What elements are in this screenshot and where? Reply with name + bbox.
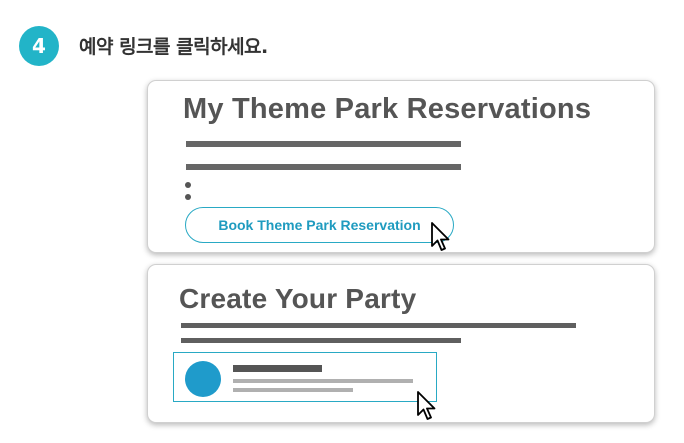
avatar bbox=[185, 361, 221, 397]
tutorial-step: 4 예약 링크를 클릭하세요. My Theme Park Reservatio… bbox=[0, 0, 684, 443]
placeholder-text-line bbox=[186, 141, 461, 147]
placeholder-bullet bbox=[185, 194, 191, 200]
step-instruction: 예약 링크를 클릭하세요. bbox=[79, 36, 268, 58]
placeholder-text-line bbox=[181, 323, 576, 328]
placeholder-bullet bbox=[185, 182, 191, 188]
party-card-title: Create Your Party bbox=[179, 283, 417, 314]
party-member-item[interactable] bbox=[173, 352, 437, 402]
book-reservation-button[interactable]: Book Theme Park Reservation bbox=[185, 207, 454, 243]
placeholder-detail-line bbox=[233, 379, 413, 383]
mouse-pointer-icon bbox=[417, 391, 436, 420]
mouse-pointer-icon bbox=[431, 222, 450, 251]
placeholder-detail-line bbox=[233, 388, 353, 392]
placeholder-text-line bbox=[181, 338, 461, 343]
step-number-badge: 4 bbox=[19, 26, 59, 66]
reservations-card-title: My Theme Park Reservations bbox=[183, 93, 592, 125]
placeholder-name-line bbox=[233, 365, 322, 372]
party-card: Create Your Party bbox=[147, 264, 655, 423]
reservations-card: My Theme Park Reservations Book Theme Pa… bbox=[147, 80, 655, 253]
placeholder-text-line bbox=[186, 164, 461, 170]
